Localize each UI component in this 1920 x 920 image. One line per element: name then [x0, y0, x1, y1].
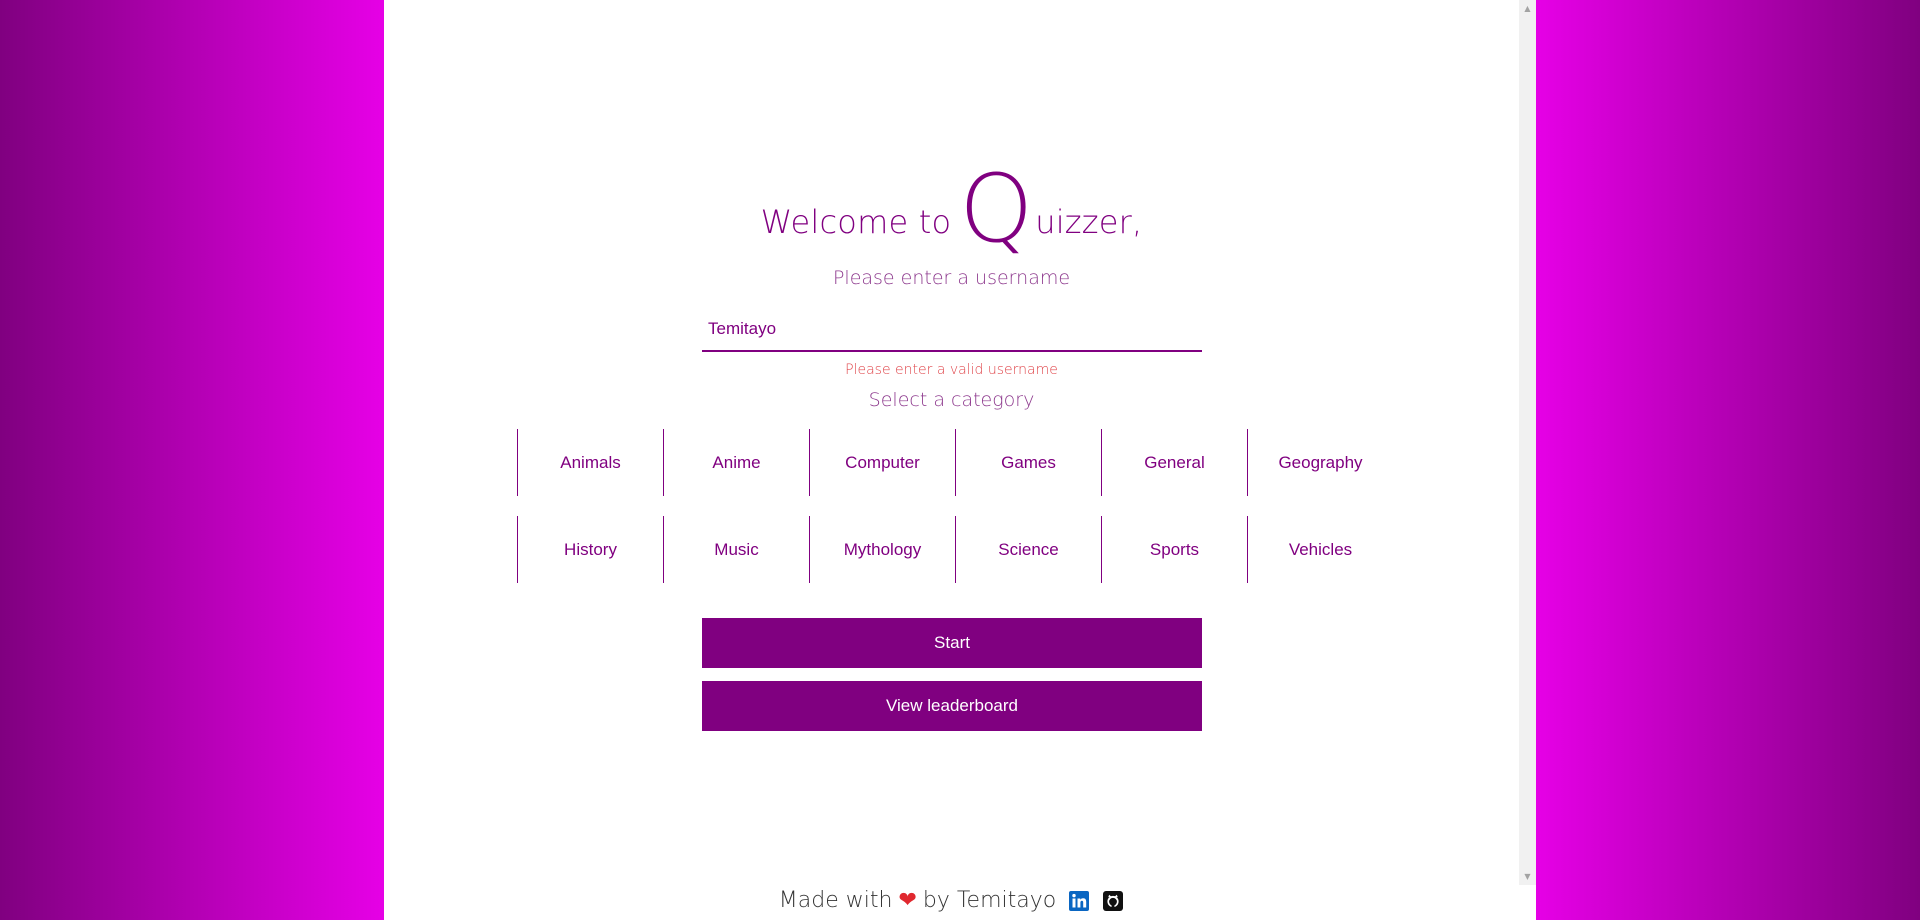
category-sports[interactable]: Sports [1101, 516, 1247, 583]
right-gradient-background [1536, 0, 1920, 920]
category-mythology[interactable]: Mythology [809, 516, 955, 583]
footer-author: by Temitayo [922, 888, 1057, 913]
username-input[interactable] [702, 308, 1202, 352]
category-geography[interactable]: Geography [1247, 429, 1393, 496]
category-games[interactable]: Games [955, 429, 1101, 496]
vertical-scrollbar[interactable]: ▲ ▼ [1519, 0, 1536, 885]
start-button[interactable]: Start [702, 618, 1202, 668]
category-prompt: Select a category [868, 389, 1035, 411]
category-general[interactable]: General [1101, 429, 1247, 496]
category-vehicles[interactable]: Vehicles [1247, 516, 1393, 583]
title-prefix: Welcome to [760, 203, 952, 241]
footer: Made with ❤ by Temitayo [384, 888, 1519, 913]
heart-icon: ❤ [898, 888, 917, 913]
category-computer[interactable]: Computer [809, 429, 955, 496]
category-history[interactable]: History [517, 516, 663, 583]
title-suffix: uizzer, [1035, 203, 1143, 241]
title-logo-letter: Q [959, 155, 1034, 264]
footer-made-with: Made with [778, 888, 893, 913]
username-error-message: Please enter a valid username [845, 362, 1058, 378]
category-music[interactable]: Music [663, 516, 809, 583]
page-title: Welcome toQuizzer, [384, 163, 1519, 257]
scroll-down-icon[interactable]: ▼ [1519, 868, 1536, 885]
category-science[interactable]: Science [955, 516, 1101, 583]
view-leaderboard-button[interactable]: View leaderboard [702, 681, 1202, 731]
left-gradient-background [0, 0, 384, 920]
linkedin-icon[interactable] [1068, 890, 1090, 912]
scroll-up-icon[interactable]: ▲ [1519, 0, 1536, 17]
github-icon[interactable] [1102, 890, 1124, 912]
category-animals[interactable]: Animals [517, 429, 663, 496]
category-grid: Animals Anime Computer Games General Geo… [517, 429, 1393, 583]
username-prompt: Please enter a username [832, 267, 1071, 289]
category-anime[interactable]: Anime [663, 429, 809, 496]
